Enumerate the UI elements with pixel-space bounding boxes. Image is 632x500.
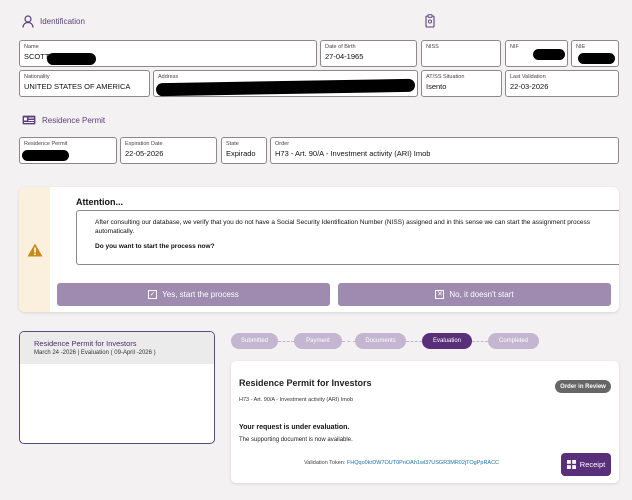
process-card-subtitle: March 24 -2026 | Evaluation ( 09-April -… bbox=[34, 350, 156, 356]
state-value: Expirado bbox=[226, 149, 256, 158]
last-validation-field: Last Validation 22-03-2026 bbox=[505, 70, 619, 97]
step-connector bbox=[472, 341, 488, 343]
yes-start-label: Yes, start the process bbox=[162, 290, 239, 299]
attention-title: Attention... bbox=[76, 197, 123, 207]
dob-value: 27-04-1965 bbox=[325, 52, 364, 61]
attention-message: After consulting our database, we verify… bbox=[95, 219, 590, 235]
process-card[interactable]: Residence Permit for Investors March 24 … bbox=[19, 331, 215, 444]
token-label: Validation Token: bbox=[304, 460, 346, 466]
state-field: State Expirado bbox=[221, 137, 267, 164]
dob-field: Date of Birth 27-04-1965 bbox=[320, 40, 417, 67]
expiration-value: 22-05-2026 bbox=[125, 149, 164, 158]
last-validation-label: Last Validation bbox=[510, 74, 546, 80]
situation-label: AT/SS Situation bbox=[426, 74, 465, 80]
detail-title: Residence Permit for Investors bbox=[239, 378, 372, 388]
yes-start-button[interactable]: ✓ Yes, start the process bbox=[57, 283, 330, 306]
step-connector bbox=[342, 341, 356, 343]
checkbox-x-icon: ✕ bbox=[435, 290, 445, 299]
nationality-label: Nationality bbox=[24, 74, 50, 80]
clipboard-badge-icon bbox=[425, 14, 435, 28]
identification-header: Identification bbox=[22, 15, 85, 28]
order-field: Order H73 - Art. 90/A - Investment activ… bbox=[270, 137, 619, 164]
status-badge: Order in Review bbox=[555, 380, 611, 393]
nationality-value: UNITED STATES OF AMERICA bbox=[24, 82, 131, 91]
process-card-header: Residence Permit for Investors March 24 … bbox=[20, 332, 214, 364]
attention-card: Attention... After consulting our databa… bbox=[19, 187, 619, 312]
user-icon bbox=[22, 15, 34, 28]
redaction-permit bbox=[22, 150, 69, 161]
receipt-label: Receipt bbox=[579, 460, 606, 469]
attention-question: Do you want to start the process now? bbox=[95, 243, 215, 250]
grid-icon bbox=[566, 460, 576, 469]
state-label: State bbox=[226, 141, 239, 147]
token-value[interactable]: FHQqo0krDW7OUT0PnOAh1wl37USGR3MR02jTOgPp… bbox=[347, 460, 499, 466]
checkbox-check-icon: ✓ bbox=[148, 290, 158, 299]
status-text: The supporting document is now available… bbox=[239, 437, 353, 443]
niss-field: NISS bbox=[421, 40, 501, 67]
redaction-name bbox=[47, 53, 96, 65]
step-connector bbox=[278, 341, 294, 343]
warning-icon bbox=[27, 243, 43, 257]
step-connector bbox=[406, 341, 422, 343]
status-heading: Your request is under evaluation. bbox=[239, 424, 350, 431]
identification-title: Identification bbox=[40, 17, 85, 26]
step-documents[interactable]: Documents bbox=[355, 333, 406, 349]
no-start-label: No, it doesn't start bbox=[449, 290, 514, 299]
permit-label: Residence Permit bbox=[24, 141, 68, 147]
last-validation-value: 22-03-2026 bbox=[510, 82, 549, 91]
step-evaluation[interactable]: Evaluation bbox=[422, 333, 472, 349]
validation-token: Validation Token: FHQqo0krDW7OUT0PnOAh1w… bbox=[304, 460, 499, 466]
expiration-label: Expiration Date bbox=[125, 141, 163, 147]
name-label: Name bbox=[24, 44, 39, 50]
attention-message-box: After consulting our database, we verify… bbox=[76, 210, 619, 265]
dob-label: Date of Birth bbox=[325, 44, 356, 50]
situation-value: Isento bbox=[426, 82, 447, 91]
nationality-field: Nationality UNITED STATES OF AMERICA bbox=[19, 70, 150, 97]
step-payment[interactable]: Payment bbox=[294, 333, 342, 349]
process-card-title: Residence Permit for Investors bbox=[34, 339, 137, 348]
step-submitted[interactable]: Submitted bbox=[231, 333, 278, 349]
situation-field: AT/SS Situation Isento bbox=[421, 70, 502, 97]
residence-title: Residence Permit bbox=[42, 115, 106, 125]
redaction-nie bbox=[578, 53, 615, 64]
id-card-icon bbox=[22, 115, 36, 125]
nie-label: NIE bbox=[576, 44, 586, 50]
order-label: Order bbox=[275, 141, 290, 147]
expiration-field: Expiration Date 22-05-2026 bbox=[120, 137, 217, 164]
receipt-button[interactable]: Receipt bbox=[561, 453, 611, 476]
no-start-button[interactable]: ✕ No, it doesn't start bbox=[338, 283, 611, 306]
redaction-nif bbox=[533, 49, 565, 60]
residence-header: Residence Permit bbox=[22, 115, 105, 125]
detail-subtitle: H73 - Art. 90/A - Investment activity (A… bbox=[239, 397, 354, 403]
niss-label: NISS bbox=[426, 44, 439, 50]
step-completed[interactable]: Completed bbox=[488, 333, 539, 349]
order-value: H73 - Art. 90/A - Investment activity (A… bbox=[275, 149, 431, 158]
